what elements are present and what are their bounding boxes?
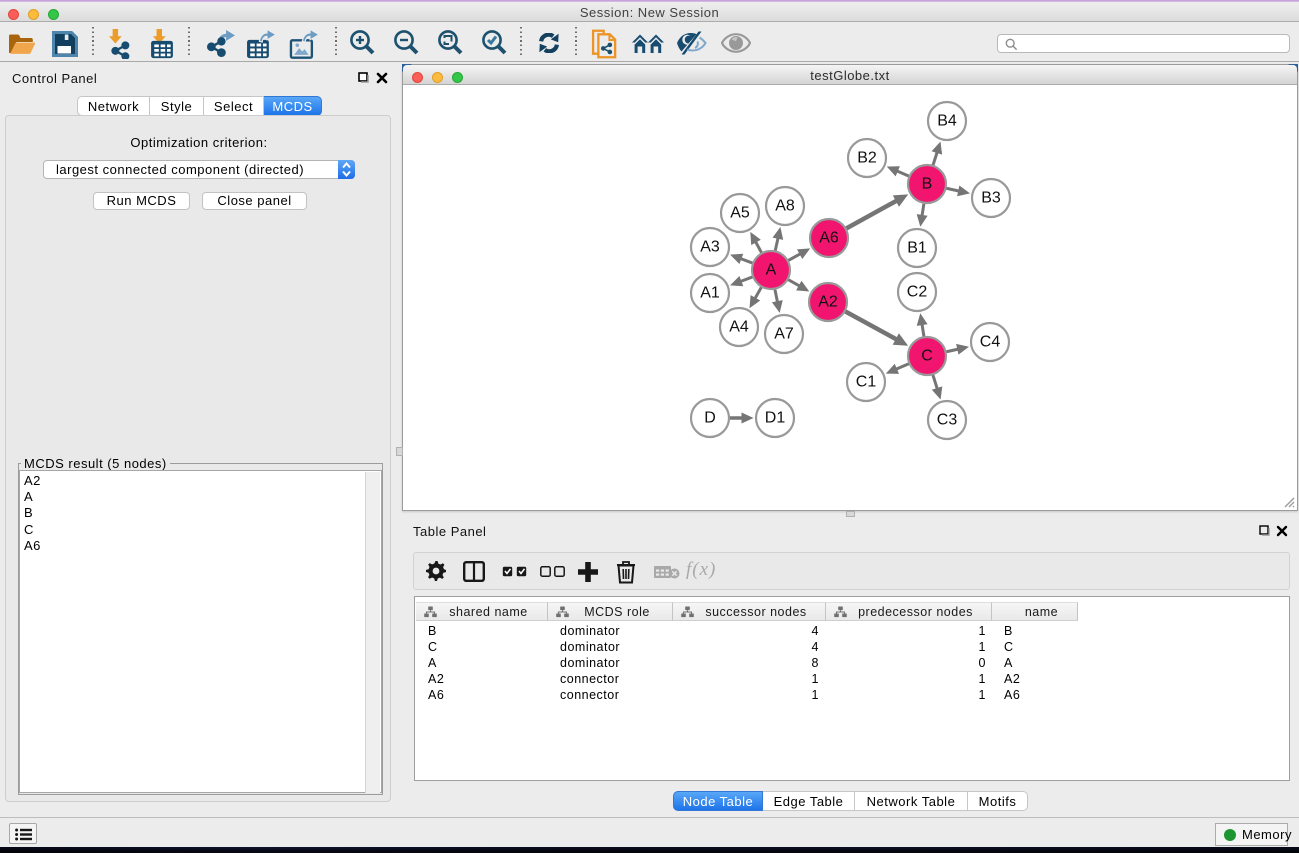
svg-text:D: D: [704, 410, 716, 427]
svg-text:B2: B2: [857, 150, 877, 167]
svg-text:A2: A2: [818, 294, 838, 311]
svg-text:A7: A7: [774, 326, 794, 343]
svg-text:B3: B3: [981, 190, 1001, 207]
svg-text:A6: A6: [819, 230, 839, 247]
svg-text:A1: A1: [700, 285, 720, 302]
svg-text:A: A: [766, 262, 777, 279]
svg-text:B: B: [922, 176, 933, 193]
svg-text:C3: C3: [937, 412, 958, 429]
svg-text:B4: B4: [937, 113, 957, 130]
svg-text:A3: A3: [700, 239, 720, 256]
svg-text:A4: A4: [729, 319, 749, 336]
svg-text:A5: A5: [730, 205, 750, 222]
svg-text:D1: D1: [765, 410, 786, 427]
svg-text:C2: C2: [907, 284, 928, 301]
svg-text:B1: B1: [907, 240, 927, 257]
svg-text:C4: C4: [980, 334, 1001, 351]
svg-text:C: C: [921, 348, 933, 365]
svg-text:A8: A8: [775, 198, 795, 215]
svg-text:C1: C1: [856, 374, 877, 391]
